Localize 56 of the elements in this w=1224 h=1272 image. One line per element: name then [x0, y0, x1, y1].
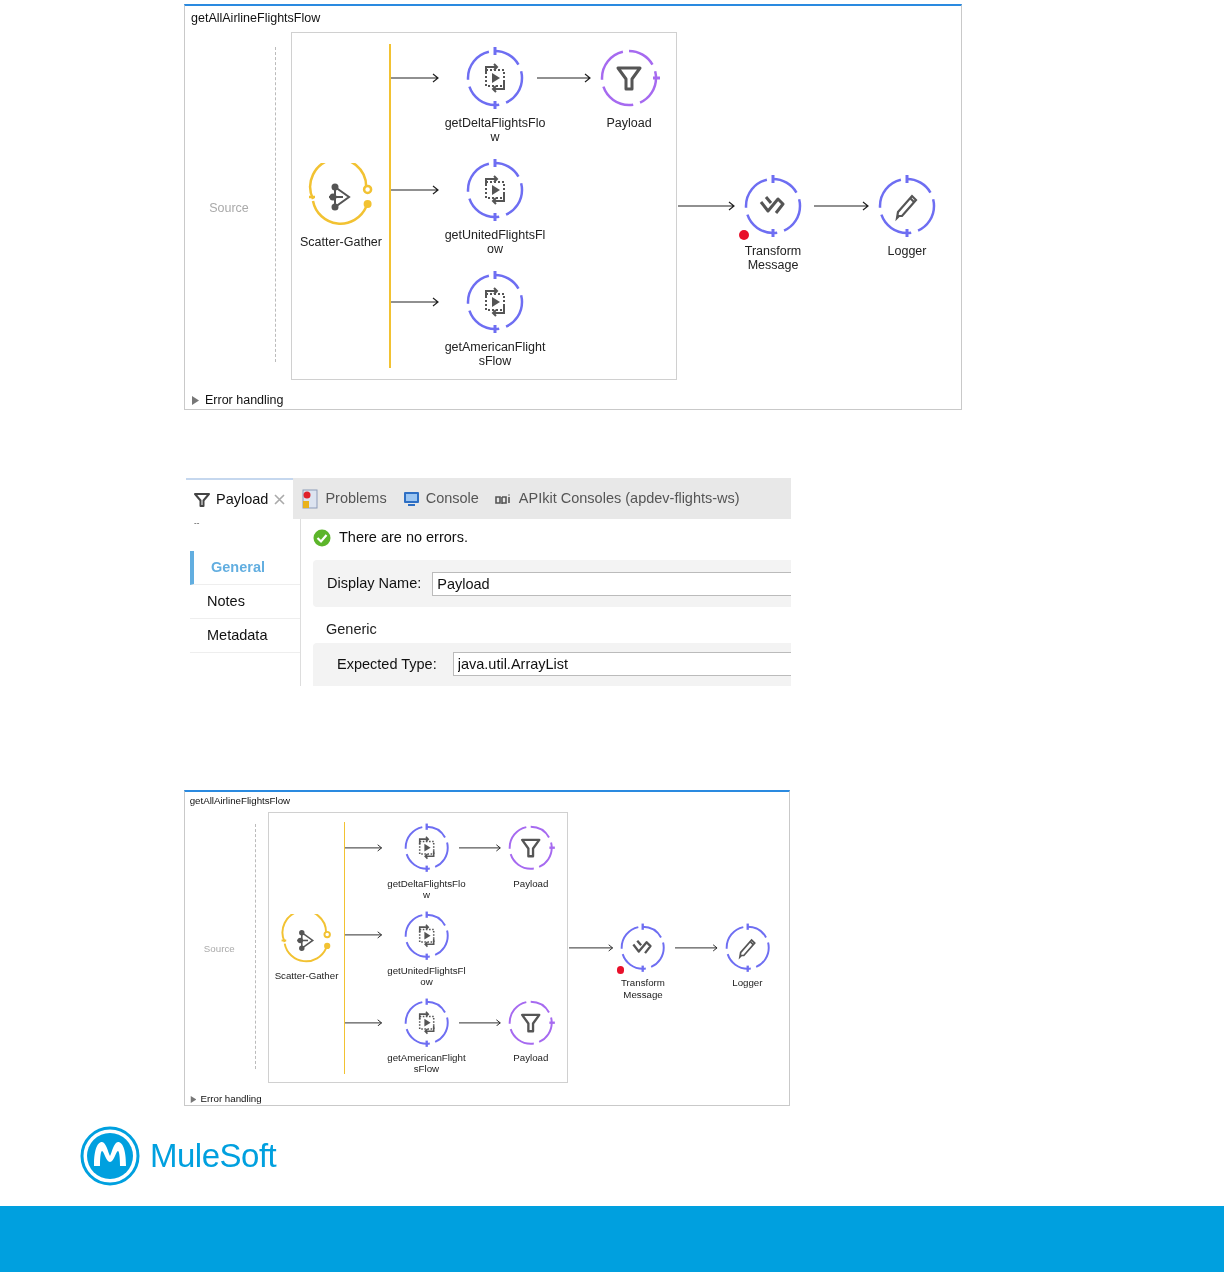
- arrow: [391, 73, 439, 83]
- view-tab[interactable]: APIkit Consoles (apdev-flights-ws): [486, 478, 748, 519]
- node-label: Payload: [512, 877, 550, 889]
- flow-title: getAllAirlineFlightsFlow: [191, 10, 321, 27]
- arrow: [537, 73, 591, 83]
- node-label: getAmericanFlightsFlow: [386, 1052, 467, 1075]
- source-label: Source: [208, 200, 250, 217]
- arrow: [569, 943, 614, 952]
- node-label: getAmericanFlightsFlow: [443, 340, 547, 369]
- arrow: [678, 201, 735, 211]
- node-label: getUnitedFlightsFlow: [443, 228, 547, 257]
- field-label: Expected Type:: [337, 654, 437, 674]
- arrow: [391, 297, 439, 307]
- source-label: Source: [202, 942, 236, 957]
- expand-triangle-icon[interactable]: [191, 395, 199, 405]
- logo-icon: [80, 1126, 140, 1187]
- node-label: getDeltaFlightsFlow: [443, 116, 547, 145]
- monitor-icon: [402, 490, 420, 507]
- api-icon: [494, 493, 513, 504]
- error-handling-label[interactable]: Error handling: [200, 1091, 262, 1106]
- arrow: [345, 844, 383, 852]
- arrow: [459, 1018, 502, 1027]
- expected-type-field[interactable]: java.util.ArrayList: [452, 652, 791, 677]
- node-label: getDeltaFlightsFlow: [386, 877, 467, 901]
- group-heading: Generic: [325, 620, 378, 639]
- arrow: [814, 201, 869, 211]
- expand-triangle-icon[interactable]: [189, 1095, 196, 1103]
- arrow: [345, 931, 383, 940]
- error-handling-label[interactable]: Error handling: [205, 391, 284, 409]
- minimize-mark: --: [193, 519, 201, 529]
- node-label: Scatter-Gather: [299, 235, 383, 250]
- view-tab[interactable]: Console: [394, 478, 487, 519]
- problems-icon: [301, 488, 320, 509]
- node-label: Transform Message: [743, 244, 803, 273]
- arrow: [345, 1018, 383, 1027]
- arrow: [674, 943, 718, 952]
- flow-title: getAllAirlineFlightsFlow: [189, 794, 291, 809]
- check-icon: [313, 529, 331, 547]
- logo-text: MuleSoft: [150, 1136, 277, 1177]
- node-label: Transform Message: [620, 977, 666, 1000]
- field-label: Display Name:: [327, 573, 422, 593]
- nav-item[interactable]: Notes: [190, 585, 300, 619]
- node-label: Logger: [731, 977, 764, 989]
- view-tab[interactable]: Problems: [293, 478, 395, 519]
- view-tab[interactable]: Payload: [186, 478, 294, 519]
- nav-item[interactable]: Metadata: [190, 619, 300, 653]
- node-label: Payload: [605, 116, 653, 131]
- node-label: Scatter-Gather: [273, 970, 340, 982]
- status-message: There are no errors.: [339, 528, 468, 548]
- filter-icon: [194, 491, 210, 508]
- arrow: [391, 185, 439, 195]
- node-label: Payload: [512, 1052, 550, 1064]
- display-name-field[interactable]: Payload: [432, 571, 791, 596]
- node-label: Logger: [886, 244, 928, 259]
- arrow: [459, 844, 502, 852]
- node-label: getUnitedFlightsFlow: [386, 964, 467, 988]
